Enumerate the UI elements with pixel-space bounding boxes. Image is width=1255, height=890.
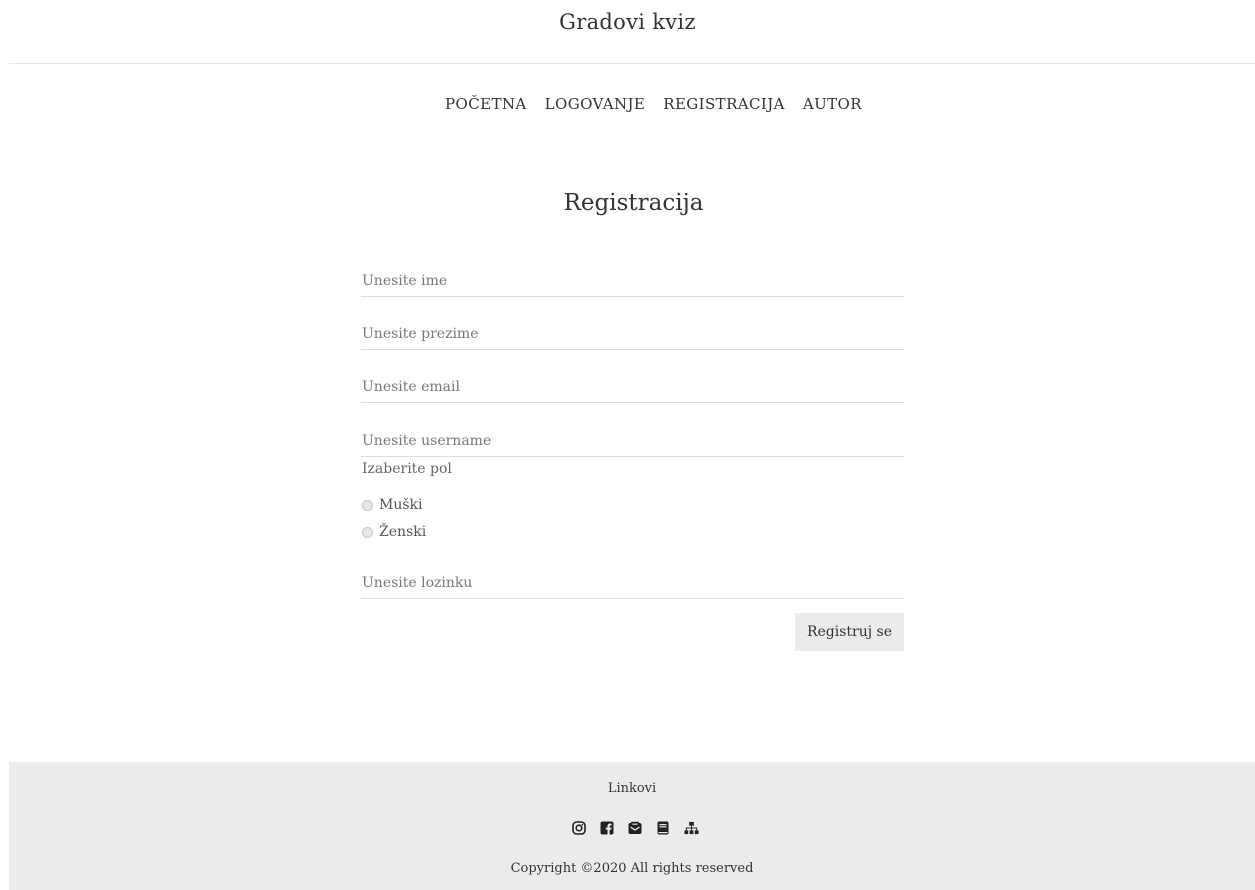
gender-option-male-label: Muški <box>379 497 423 513</box>
gender-option-male[interactable]: Muški <box>362 497 423 513</box>
register-button[interactable]: Registruj se <box>795 613 904 651</box>
first-name-field[interactable] <box>361 265 904 297</box>
username-field[interactable] <box>361 425 904 457</box>
instagram-icon[interactable] <box>572 820 587 835</box>
email-icon[interactable] <box>628 820 643 835</box>
site-header: Gradovi kviz <box>9 0 1255 64</box>
page-title: Registracija <box>563 190 704 216</box>
password-field[interactable] <box>361 567 904 599</box>
last-name-field[interactable] <box>361 318 904 350</box>
sitemap-icon[interactable] <box>683 820 699 835</box>
footer-title: Linkovi <box>607 781 657 796</box>
footer-icons <box>9 820 1255 835</box>
gender-label: Izaberite pol <box>362 461 452 477</box>
radio-male[interactable] <box>362 499 373 511</box>
nav-item-logovanje[interactable]: LOGOVANJE <box>545 95 646 113</box>
gender-option-female[interactable]: Ženski <box>362 524 426 540</box>
gender-option-female-label: Ženski <box>379 524 427 540</box>
radio-female[interactable] <box>362 526 373 538</box>
footer: Linkovi Copyright ©2020 All rights reser… <box>9 762 1255 890</box>
nav-item-autor[interactable]: AUTOR <box>803 95 862 113</box>
main-nav: POČETNA LOGOVANJE REGISTRACIJA AUTOR <box>0 95 1255 113</box>
email-field[interactable] <box>361 371 904 403</box>
nav-item-pocetna[interactable]: POČETNA <box>445 95 527 113</box>
facebook-icon[interactable] <box>600 820 615 835</box>
footer-copyright: Copyright ©2020 All rights reserved <box>510 861 754 876</box>
nav-item-registracija[interactable]: REGISTRACIJA <box>663 95 785 113</box>
book-icon[interactable] <box>656 820 671 835</box>
site-title: Gradovi kviz <box>559 10 696 34</box>
